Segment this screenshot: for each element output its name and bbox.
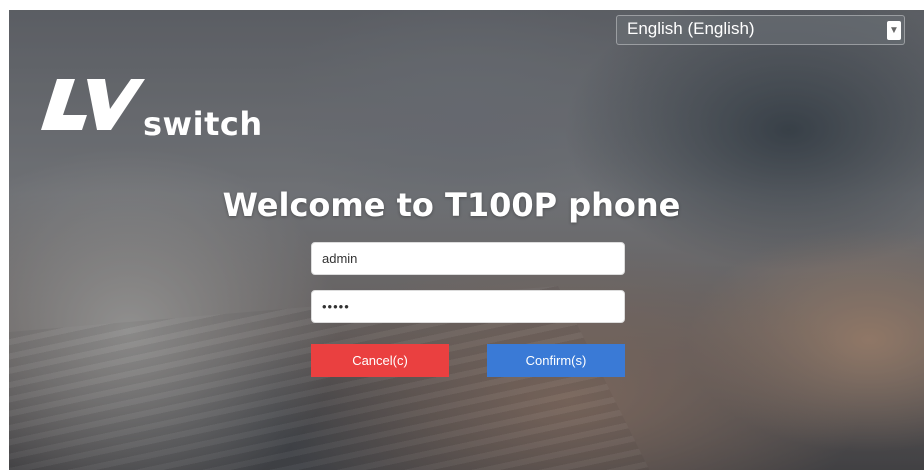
login-screen: English (English) ▼ switch Welcome to T1…	[9, 10, 924, 470]
confirm-button[interactable]: Confirm(s)	[487, 344, 625, 377]
password-field[interactable]	[311, 290, 625, 323]
language-select-value: English (English)	[627, 19, 755, 38]
brand-logo: switch	[35, 75, 275, 145]
page-title: Welcome to T100P phone	[222, 186, 681, 224]
lv-logo-icon	[41, 79, 145, 130]
username-field[interactable]	[311, 242, 625, 275]
cancel-button[interactable]: Cancel(c)	[311, 344, 449, 377]
brand-logo-text: switch	[143, 105, 263, 143]
language-select[interactable]: English (English) ▼	[616, 15, 905, 45]
chevron-down-icon: ▼	[887, 21, 901, 40]
